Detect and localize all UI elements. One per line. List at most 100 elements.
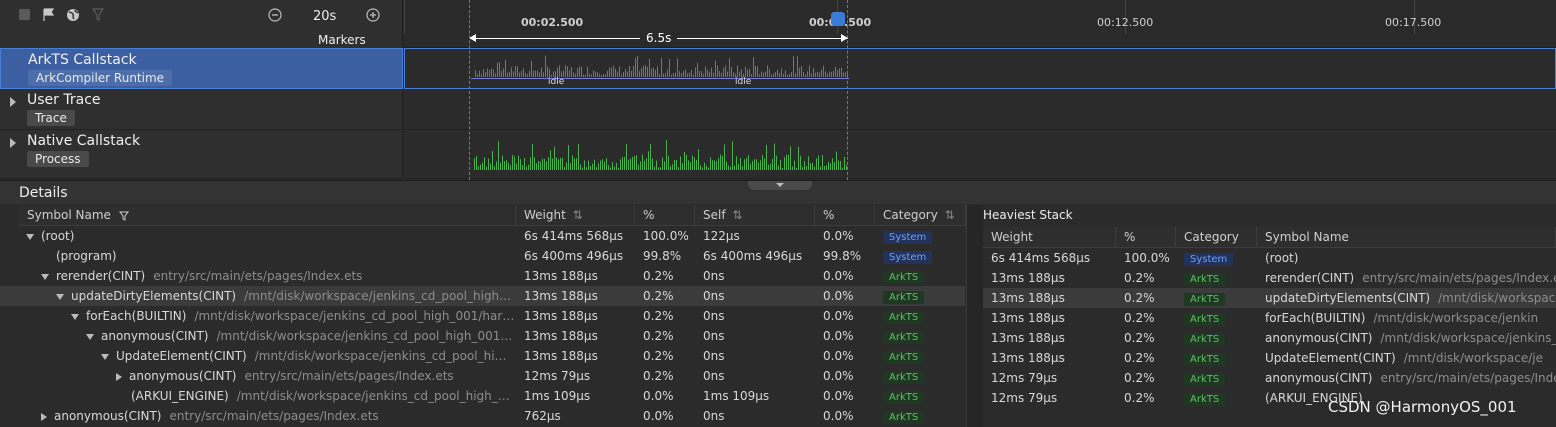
track-user-trace-lane[interactable] xyxy=(404,89,1556,130)
activity-bar xyxy=(815,72,816,77)
activity-bar xyxy=(497,62,498,77)
activity-bar xyxy=(625,69,626,77)
activity-bar xyxy=(721,72,722,77)
activity-bar xyxy=(524,158,525,170)
column-symbol-name[interactable]: Symbol Name xyxy=(19,205,516,226)
activity-bar xyxy=(768,164,769,170)
track-title: User Trace xyxy=(27,92,101,108)
activity-bar xyxy=(741,69,742,77)
column-category[interactable]: Category ⇅ xyxy=(875,205,966,226)
stop-icon[interactable] xyxy=(18,8,32,22)
heaviest-row[interactable]: 6s 414ms 568μs 100.0% System (root) xyxy=(983,248,1556,268)
column-weight[interactable]: Weight ⇅ xyxy=(516,205,635,226)
activity-bar xyxy=(633,66,634,77)
activity-bar xyxy=(729,58,730,77)
table-row[interactable]: (root) 6s 414ms 568μs 100.0% 122μs 0.0% Syste… xyxy=(0,226,965,246)
activity-bar xyxy=(754,159,755,170)
activity-bar xyxy=(747,69,748,77)
weight-cell: 12ms 79μs xyxy=(991,391,1058,405)
activity-bar xyxy=(668,156,669,170)
activity-bar xyxy=(806,166,807,170)
column-weight[interactable]: Weight xyxy=(983,227,1116,248)
tick-label: 00:02.500 xyxy=(521,16,584,29)
activity-bar xyxy=(782,167,783,170)
activity-bar xyxy=(672,164,673,170)
zoom-in-icon[interactable] xyxy=(366,8,380,22)
pct-cell: 0.2% xyxy=(1124,291,1155,305)
activity-bar xyxy=(510,165,511,170)
heaviest-row[interactable]: 13ms 188μs 0.2% ArkTS forEach(BUILTIN) /mnt/… xyxy=(983,308,1556,328)
track-native-lane[interactable] xyxy=(404,130,1556,179)
filter-icon[interactable] xyxy=(118,211,129,221)
activity-bar xyxy=(673,73,674,77)
column-self-pct[interactable]: % xyxy=(815,205,875,226)
activity-bar xyxy=(504,161,505,170)
pct-cell: 0.2% xyxy=(1124,351,1155,365)
activity-bar xyxy=(487,68,488,77)
column-self[interactable]: Self ⇅ xyxy=(695,205,815,226)
sort-icon[interactable]: ⇅ xyxy=(732,208,742,222)
category-cell: ArkTS xyxy=(1184,268,1257,288)
expand-arrow-icon[interactable] xyxy=(10,97,16,107)
filter-icon[interactable] xyxy=(91,8,106,22)
activity-bar xyxy=(650,143,651,170)
activity-bar xyxy=(577,68,578,77)
globe-icon[interactable] xyxy=(66,8,80,22)
column-weight-pct[interactable]: % xyxy=(635,205,695,226)
activity-bar xyxy=(622,157,623,170)
activity-bar xyxy=(495,73,496,77)
watermark: CSDN @HarmonyOS_001 xyxy=(1328,398,1517,416)
sort-icon[interactable]: ⇅ xyxy=(945,208,955,222)
activity-bar xyxy=(618,167,619,170)
activity-bar xyxy=(576,158,577,170)
activity-bar xyxy=(789,74,790,77)
activity-bar xyxy=(752,160,753,170)
category-cell: ArkTS xyxy=(1184,288,1257,308)
activity-bar xyxy=(763,72,764,77)
sort-icon[interactable]: ⇅ xyxy=(573,208,583,222)
category-badge: ArkTS xyxy=(1184,353,1226,366)
track-title: Native Callstack xyxy=(27,133,141,149)
track-native-callstack[interactable]: Native Callstack Process xyxy=(0,130,403,179)
time-ruler[interactable]: 00:02.500 00:07.500 00:12.500 00:17.500 … xyxy=(404,0,1556,48)
activity-bar xyxy=(542,158,543,170)
activity-bar xyxy=(490,163,491,170)
activity-bar xyxy=(837,69,838,77)
activity-bar xyxy=(566,162,567,170)
heaviest-row[interactable]: 13ms 188μs 0.2% ArkTS UpdateElement(CINT) /m… xyxy=(983,348,1556,368)
heaviest-row[interactable]: 13ms 188μs 0.2% ArkTS anonymous(CINT) /mnt/d… xyxy=(983,328,1556,348)
activity-bar xyxy=(554,146,555,170)
activity-bar xyxy=(785,70,786,77)
track-user-trace[interactable]: User Trace Trace xyxy=(0,89,403,130)
activity-bar xyxy=(719,70,720,77)
activity-bar xyxy=(844,156,845,170)
weight-cell: 13ms 188μs xyxy=(991,331,1065,345)
heaviest-row[interactable]: 13ms 188μs 0.2% ArkTS updateDirtyElements(C… xyxy=(983,288,1556,308)
activity-bar xyxy=(535,70,536,77)
heaviest-row[interactable]: 12ms 79μs 0.2% ArkTS anonymous(CINT) entry/s… xyxy=(983,368,1556,388)
panel-resize-handle[interactable] xyxy=(748,181,812,190)
playhead-handle[interactable] xyxy=(831,12,845,26)
activity-bar xyxy=(775,71,776,77)
flag-icon[interactable] xyxy=(42,8,56,22)
symbol-cell: anonymous(CINT) entry/src/main/ets/pages/… xyxy=(1265,368,1556,388)
category-badge: ArkTS xyxy=(1184,313,1226,326)
collapse-arrow-icon[interactable] xyxy=(26,233,34,240)
column-pct[interactable]: % xyxy=(1116,227,1176,248)
heaviest-row[interactable]: 13ms 188μs 0.2% ArkTS rerender(CINT) entry/s… xyxy=(983,268,1556,288)
activity-bar xyxy=(800,155,801,170)
activity-bar xyxy=(780,159,781,170)
activity-bar xyxy=(712,160,713,170)
zoom-out-icon[interactable] xyxy=(268,8,282,22)
track-arkts-callstack[interactable]: ArkTS Callstack ArkCompiler Runtime xyxy=(0,48,403,89)
symbol-cell: UpdateElement(CINT) /mnt/disk/workspace/j… xyxy=(1265,348,1556,368)
activity-bar xyxy=(512,154,513,170)
expand-arrow-icon[interactable] xyxy=(10,138,16,148)
activity-bar xyxy=(557,67,558,77)
activity-bar xyxy=(560,158,561,170)
track-arkts-lane[interactable]: idle idle xyxy=(404,48,1556,89)
column-category[interactable]: Category xyxy=(1176,227,1257,248)
column-symbol-name[interactable]: Symbol Name xyxy=(1257,227,1556,248)
activity-bar xyxy=(803,71,804,77)
activity-bar xyxy=(694,157,695,170)
